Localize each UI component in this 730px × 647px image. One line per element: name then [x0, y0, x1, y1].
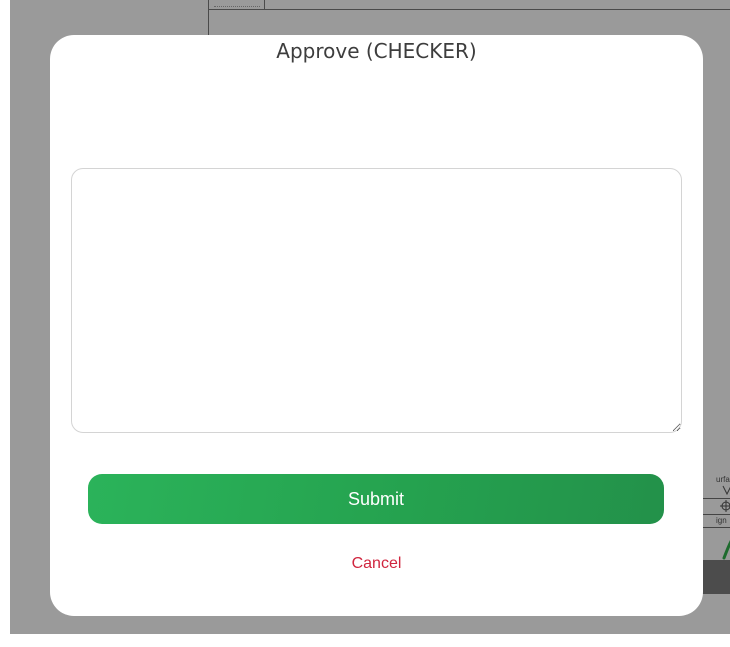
dialog-title: Approve (CHECKER)	[276, 39, 477, 63]
drawing-border-line	[208, 9, 730, 10]
title-block-label-surface: urface	[716, 475, 730, 484]
submit-button[interactable]: Submit	[88, 474, 664, 524]
cancel-button[interactable]: Cancel	[50, 555, 703, 573]
geometric-tolerance-symbol-icon	[720, 500, 730, 512]
approve-dialog: Approve (CHECKER) Submit Cancel	[50, 35, 703, 616]
comment-textarea[interactable]	[71, 168, 682, 433]
drawing-header-text	[214, 2, 260, 7]
signature-checkmark-icon	[722, 539, 730, 560]
drawing-border-tick	[264, 0, 265, 9]
surface-finish-symbol-icon	[722, 485, 730, 495]
title-block-label-sign: ign	[716, 516, 727, 525]
